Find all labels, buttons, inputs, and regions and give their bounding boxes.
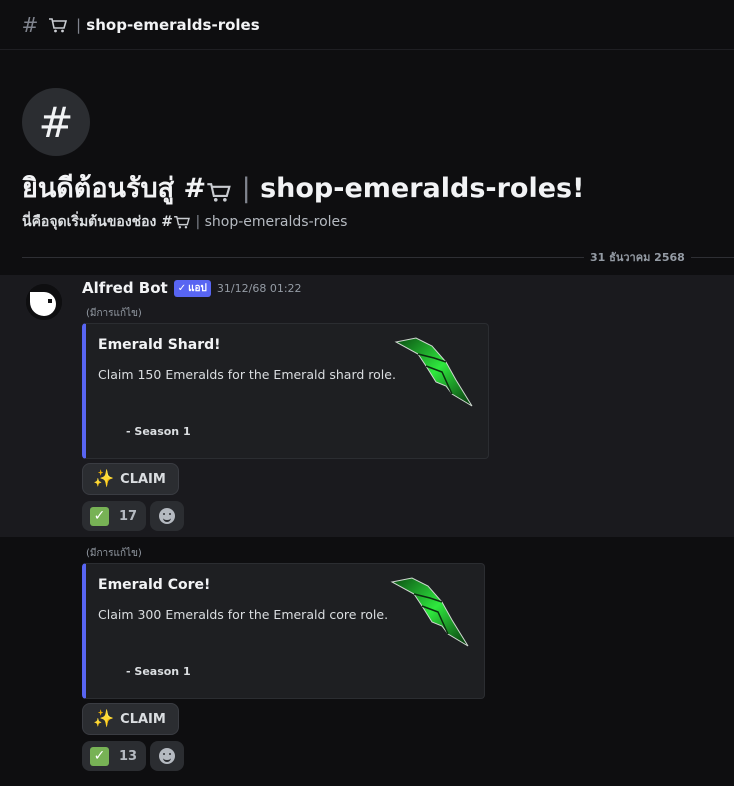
channel-hash-icon: #: [21, 12, 39, 37]
channel-header: # | shop-emeralds-roles: [0, 0, 734, 50]
message-header: Alfred Bot ✓ แอป 31/12/68 01:22: [82, 279, 302, 297]
embed-footer: - Season 1: [126, 425, 191, 438]
embed-card: Emerald Core! Claim 300 Emeralds for the…: [82, 563, 485, 699]
author-name[interactable]: Alfred Bot: [82, 279, 168, 297]
edited-label: (มีการแก้ไข): [86, 308, 142, 319]
smiley-icon: [159, 508, 175, 524]
embed-title: Emerald Shard!: [98, 337, 221, 353]
reaction-count: 13: [119, 748, 138, 764]
embed-card: Emerald Shard! Claim 150 Emeralds for th…: [82, 323, 489, 459]
cart-emoji-icon: [173, 215, 191, 229]
claim-button[interactable]: ✨ CLAIM: [82, 703, 179, 735]
sparkles-icon: ✨: [93, 469, 115, 489]
channel-welcome-icon-wrapper: #: [22, 88, 90, 156]
check-reaction[interactable]: ✓ 17: [82, 501, 146, 531]
add-reaction-button[interactable]: [150, 501, 184, 531]
add-reaction-button[interactable]: [150, 741, 184, 771]
cart-emoji-icon: [48, 17, 68, 33]
app-badge: ✓ แอป: [173, 279, 211, 297]
cart-emoji-icon: [206, 179, 232, 202]
embed-description: Claim 300 Emeralds for the Emerald core …: [98, 607, 389, 622]
check-mark-icon: ✓: [90, 506, 109, 526]
verified-check-icon: ✓: [177, 282, 187, 294]
welcome-title: ยินดีต้อนรับสู่ # | shop-emeralds-roles!: [22, 173, 585, 204]
check-mark-icon: ✓: [90, 746, 109, 766]
bot-avatar[interactable]: [26, 284, 62, 320]
emerald-core-thumbnail[interactable]: [390, 576, 470, 648]
avatar-logo-icon: [26, 284, 62, 320]
message-timestamp: 31/12/68 01:22: [216, 281, 302, 295]
reaction-count: 17: [119, 508, 138, 524]
embed-footer: - Season 1: [126, 665, 191, 678]
date-divider-label: 31 ธันวาคม 2568: [584, 248, 691, 266]
edited-label: (มีการแก้ไข): [86, 548, 142, 559]
smiley-icon: [159, 748, 175, 764]
sparkles-icon: ✨: [93, 709, 115, 729]
emerald-shard-thumbnail[interactable]: [394, 336, 474, 408]
channel-title: | shop-emeralds-roles: [76, 15, 260, 34]
embed-title: Emerald Core!: [98, 577, 211, 593]
welcome-subtitle: นี่คือจุดเริ่มต้นของช่อง # | shop-emeral…: [22, 214, 348, 230]
channel-hash-icon: #: [22, 88, 90, 156]
check-reaction[interactable]: ✓ 13: [82, 741, 146, 771]
embed-description: Claim 150 Emeralds for the Emerald shard…: [98, 367, 396, 382]
claim-button[interactable]: ✨ CLAIM: [82, 463, 179, 495]
